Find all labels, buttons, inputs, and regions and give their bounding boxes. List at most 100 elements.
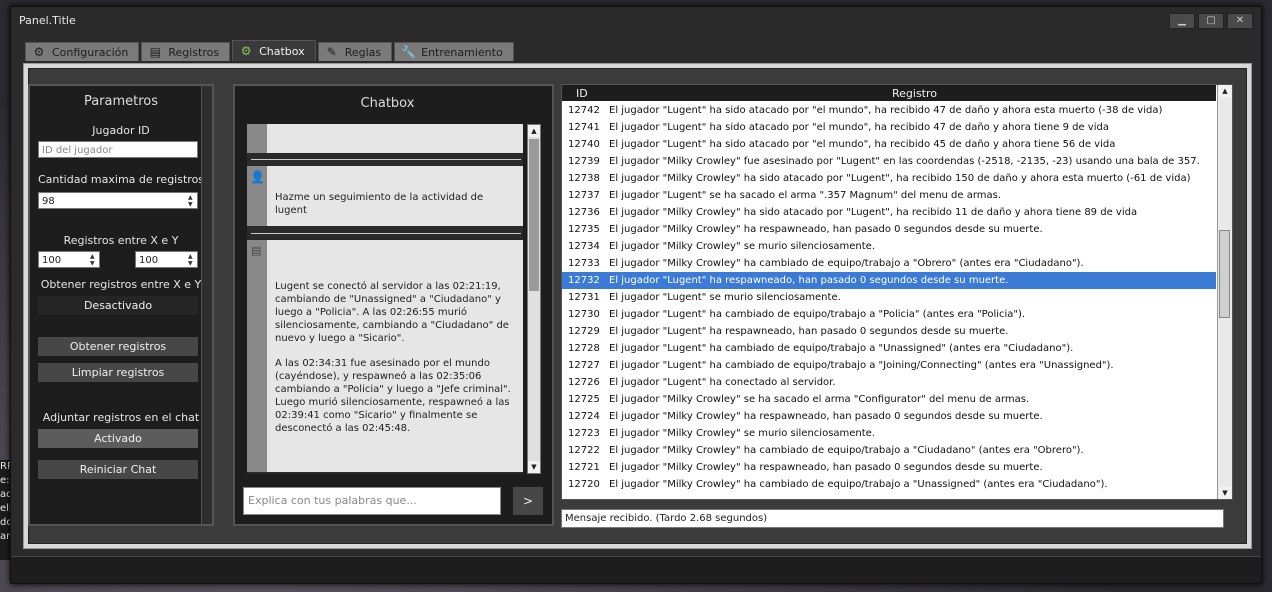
chat-scrollbar[interactable]: ▲ ▼ <box>527 124 541 474</box>
spin-arrows-icon[interactable]: ▲ ▼ <box>188 194 195 208</box>
tab-reglas[interactable]: ✎ Reglas <box>317 42 393 61</box>
row-text: El jugador "Milky Crowley" se murio sile… <box>609 241 876 252</box>
title-bar[interactable]: Panel.Title ▁ ▢ ✕ <box>11 7 1261 35</box>
params-title: Parametros <box>83 94 159 109</box>
column-header-id[interactable]: ID <box>576 87 588 100</box>
y-stepper[interactable]: 100 ▲ ▼ <box>135 251 198 268</box>
table-row[interactable]: 12742 El jugador "Lugent" ha sido atacado… <box>562 102 1216 119</box>
send-button[interactable]: > <box>513 487 543 515</box>
obtener-entre-toggle[interactable]: Desactivado <box>38 296 198 315</box>
status-message: Mensaje recibido. (Tardo 2.68 segundos) <box>561 509 1224 528</box>
maximize-button[interactable]: ▢ <box>1198 13 1224 29</box>
table-row[interactable]: 12741 El jugador "Lugent" ha sido atacado… <box>562 119 1216 136</box>
scroll-up-icon[interactable]: ▲ <box>528 125 540 137</box>
table-row[interactable]: 12727 El jugador "Lugent" ha cambiado de … <box>562 357 1216 374</box>
table-row[interactable]: 12731 El jugador "Lugent" se murio silenc… <box>562 289 1216 306</box>
scroll-down-icon[interactable]: ▼ <box>528 461 540 473</box>
user-message-text: Hazme un seguimiento de la actividad de … <box>275 192 484 216</box>
obtener-entre-label: Obtener registros entre X e Y <box>40 278 202 291</box>
row-id: 12723 <box>568 428 600 439</box>
row-id: 12738 <box>568 173 600 184</box>
row-text: El jugador "Lugent" ha respawneado, han … <box>609 275 1009 286</box>
row-id: 12729 <box>568 326 600 337</box>
log-scrollbar[interactable]: ▲ ▼ <box>1217 85 1232 499</box>
scroll-thumb[interactable] <box>1219 230 1230 318</box>
table-row[interactable]: 12738 El jugador "Milky Crowley" ha sido … <box>562 170 1216 187</box>
row-id: 12727 <box>568 360 600 371</box>
row-id: 12732 <box>568 275 600 286</box>
row-id: 12733 <box>568 258 600 269</box>
gear-icon: ⚙ <box>33 45 45 59</box>
row-text: El jugador "Milky Crowley" ha cambiado d… <box>609 258 1084 269</box>
row-id: 12736 <box>568 207 600 218</box>
limpiar-registros-button[interactable]: Limpiar registros <box>38 363 198 382</box>
reiniciar-chat-button[interactable]: Reiniciar Chat <box>38 460 198 479</box>
tab-entrenamiento[interactable]: 🔧 Entrenamiento <box>394 42 514 61</box>
scroll-thumb[interactable] <box>529 139 539 291</box>
tab-configuracion[interactable]: ⚙ Configuración <box>25 42 140 61</box>
log-header: ID Registro <box>562 85 1216 101</box>
column-header-registro[interactable]: Registro <box>892 87 937 100</box>
row-text: El jugador "Milky Crowley" fue asesinado… <box>609 156 1200 167</box>
table-row[interactable]: 12720 El jugador "Milky Crowley" ha cambi… <box>562 476 1216 493</box>
table-row[interactable]: 12725 El jugador "Milky Crowley" se ha sa… <box>562 391 1216 408</box>
gear-icon: ⚙ <box>240 44 252 58</box>
minimize-button[interactable]: ▁ <box>1169 13 1195 29</box>
window-controls: ▁ ▢ ✕ <box>1169 13 1253 29</box>
row-text: El jugador "Lugent" ha cambiado de equip… <box>609 343 1074 354</box>
tab-registros[interactable]: ▤ Registros <box>141 42 231 61</box>
message-side <box>247 124 267 153</box>
table-row[interactable]: 12724 El jugador "Milky Crowley" ha respa… <box>562 408 1216 425</box>
row-text: El jugador "Lugent" se ha sacado el arma… <box>609 190 1002 201</box>
spin-arrows-icon[interactable]: ▲ ▼ <box>188 253 195 267</box>
table-row[interactable]: 12734 El jugador "Milky Crowley" se murio… <box>562 238 1216 255</box>
params-panel: Parametros Jugador ID ID del jugador Can… <box>28 84 214 526</box>
table-row[interactable]: 12735 El jugador "Milky Crowley" ha respa… <box>562 221 1216 238</box>
cantidad-stepper[interactable]: 98 ▲ ▼ <box>38 192 198 209</box>
table-row[interactable]: 12730 El jugador "Lugent" ha cambiado de … <box>562 306 1216 323</box>
bot-message-text-2: A las 02:34:31 fue asesinado por el mund… <box>275 358 511 434</box>
y-value: 100 <box>139 255 159 266</box>
spin-arrows-icon[interactable]: ▲ ▼ <box>90 253 97 267</box>
table-row[interactable]: 12736 El jugador "Milky Crowley" ha sido … <box>562 204 1216 221</box>
document-icon: ▤ <box>251 244 262 257</box>
table-row[interactable]: 12733 El jugador "Milky Crowley" ha cambi… <box>562 255 1216 272</box>
tab-bar: ⚙ Configuración ▤ Registros ⚙ Chatbox ✎ … <box>25 40 514 62</box>
chat-input[interactable]: Explica con tus palabras que... <box>243 487 501 515</box>
edit-icon: ✎ <box>326 45 337 59</box>
table-row[interactable]: 12723 El jugador "Milky Crowley" se murio… <box>562 425 1216 442</box>
row-id: 12720 <box>568 479 600 490</box>
row-text: El jugador "Lugent" ha conectado al serv… <box>609 377 836 388</box>
row-text: El jugador "Milky Crowley" se ha sacado … <box>609 394 1030 405</box>
table-row[interactable]: 12732 El jugador "Lugent" ha respawneado,… <box>562 272 1216 289</box>
table-row[interactable]: 12737 El jugador "Lugent" se ha sacado el… <box>562 187 1216 204</box>
table-row[interactable]: 12728 El jugador "Lugent" ha cambiado de … <box>562 340 1216 357</box>
row-text: El jugador "Milky Crowley" ha respawnead… <box>609 224 1043 235</box>
table-row[interactable]: 12729 El jugador "Lugent" ha respawneado,… <box>562 323 1216 340</box>
chat-message-bot: ▤ Lugent se conectó al servidor a las 02… <box>247 240 523 472</box>
params-scrollbar[interactable] <box>201 86 212 524</box>
tab-label: Registros <box>168 45 220 59</box>
table-row[interactable]: 12722 El jugador "Milky Crowley" ha cambi… <box>562 442 1216 459</box>
scroll-down-icon[interactable]: ▼ <box>1219 487 1231 499</box>
obtener-registros-button[interactable]: Obtener registros <box>38 337 198 356</box>
row-text: El jugador "Milky Crowley" se murio sile… <box>609 428 876 439</box>
table-row[interactable]: 12739 El jugador "Milky Crowley" fue ases… <box>562 153 1216 170</box>
x-stepper[interactable]: 100 ▲ ▼ <box>38 251 100 268</box>
row-text: El jugador "Milky Crowley" ha sido ataca… <box>609 207 1138 218</box>
table-row[interactable]: 12721 El jugador "Milky Crowley" ha respa… <box>562 459 1216 476</box>
window-title: Panel.Title <box>19 14 76 27</box>
row-text: El jugador "Lugent" se murio silenciosam… <box>609 292 841 303</box>
scroll-up-icon[interactable]: ▲ <box>1219 85 1231 97</box>
table-row[interactable]: 12740 El jugador "Lugent" ha sido atacado… <box>562 136 1216 153</box>
row-text: El jugador "Lugent" ha sido atacado por … <box>609 105 1163 116</box>
tab-chatbox[interactable]: ⚙ Chatbox <box>232 40 316 61</box>
jugador-id-input[interactable]: ID del jugador <box>38 141 198 158</box>
row-id: 12722 <box>568 445 600 456</box>
row-id: 12721 <box>568 462 600 473</box>
close-button[interactable]: ✕ <box>1227 13 1253 29</box>
row-id: 12734 <box>568 241 600 252</box>
table-row[interactable]: 12726 El jugador "Lugent" ha conectado al… <box>562 374 1216 391</box>
adjuntar-toggle[interactable]: Activado <box>38 429 198 448</box>
row-id: 12740 <box>568 139 600 150</box>
